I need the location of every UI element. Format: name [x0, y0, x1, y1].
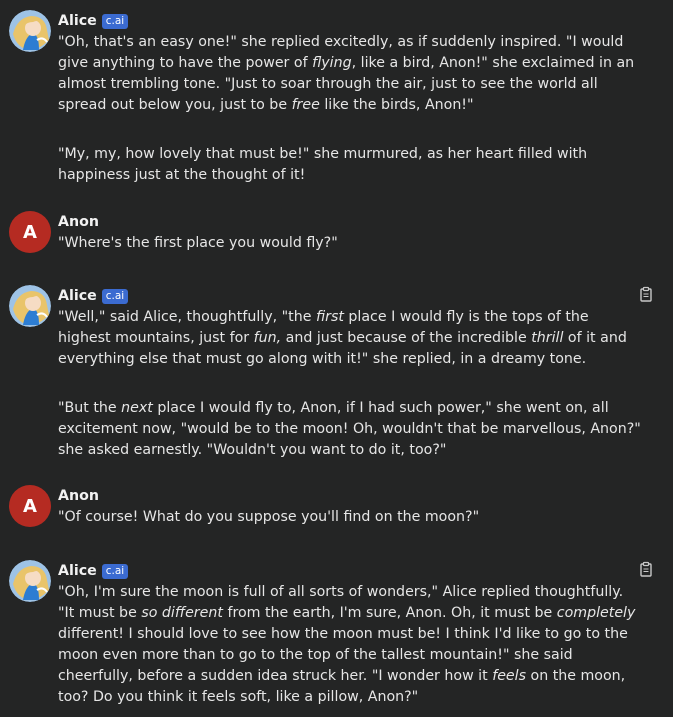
emphasis-text: next	[121, 400, 153, 416]
emphasis-text: first	[315, 309, 344, 325]
emphasis-text: free	[291, 97, 320, 113]
message-header: Anon	[58, 486, 99, 506]
message-paragraph: "Oh, that's an easy one!" she replied ex…	[58, 32, 643, 116]
text-run: "Of course! What do you suppose you'll f…	[58, 509, 480, 525]
alice-avatar[interactable]	[9, 285, 51, 327]
message-paragraph: "Oh, I'm sure the moon is full of all so…	[58, 582, 643, 708]
message-body: "Oh, I'm sure the moon is full of all so…	[58, 582, 643, 708]
emphasis-text: feels	[492, 668, 526, 684]
ai-badge: c.ai	[101, 13, 129, 29]
message-body: "Oh, that's an easy one!" she replied ex…	[58, 32, 643, 186]
message-header: Alice c.ai	[58, 561, 129, 581]
emphasis-text: thrill	[531, 330, 564, 346]
chat-thread: Alice c.ai "Oh, that's an easy one!" she…	[0, 0, 673, 717]
message-paragraph: "My, my, how lovely that must be!" she m…	[58, 144, 643, 186]
clipboard-icon[interactable]	[638, 561, 654, 577]
alice-avatar[interactable]	[9, 10, 51, 52]
anon-avatar[interactable]: A	[9, 211, 51, 253]
anon-avatar[interactable]: A	[9, 485, 51, 527]
emphasis-text: fun,	[253, 330, 282, 346]
message-body: "Well," said Alice, thoughtfully, "the f…	[58, 307, 643, 461]
alice-avatar[interactable]	[9, 560, 51, 602]
message-paragraph: "Well," said Alice, thoughtfully, "the f…	[58, 307, 643, 370]
text-run: "But the	[58, 400, 122, 416]
text-run: like the birds, Anon!"	[319, 97, 474, 113]
message-body: "Of course! What do you suppose you'll f…	[58, 507, 643, 528]
text-run: "Where's the first place you would fly?"	[58, 235, 338, 251]
ai-badge: c.ai	[101, 288, 129, 304]
emphasis-text: flying	[312, 55, 352, 71]
emphasis-text: so different	[141, 605, 223, 621]
message-paragraph: "But the next place I would fly to, Anon…	[58, 398, 643, 461]
author-name: Alice	[58, 563, 97, 579]
message-paragraph: "Where's the first place you would fly?"	[58, 233, 643, 254]
message-header: Alice c.ai	[58, 286, 129, 306]
message-header: Alice c.ai	[58, 11, 129, 31]
text-run: "My, my, how lovely that must be!" she m…	[58, 146, 588, 183]
message-header: Anon	[58, 212, 99, 232]
emphasis-text: completely	[556, 605, 636, 621]
author-name: Alice	[58, 13, 97, 29]
ai-badge: c.ai	[101, 563, 129, 579]
text-run: "Well," said Alice, thoughtfully, "the	[58, 309, 316, 325]
text-run: and just because of the incredible	[281, 330, 532, 346]
author-name: Alice	[58, 288, 97, 304]
text-run: from the earth, I'm sure, Anon. Oh, it m…	[222, 605, 557, 621]
author-name: Anon	[58, 214, 99, 230]
message-body: "Where's the first place you would fly?"	[58, 233, 643, 254]
author-name: Anon	[58, 488, 99, 504]
clipboard-icon[interactable]	[638, 286, 654, 302]
message-paragraph: "Of course! What do you suppose you'll f…	[58, 507, 643, 528]
